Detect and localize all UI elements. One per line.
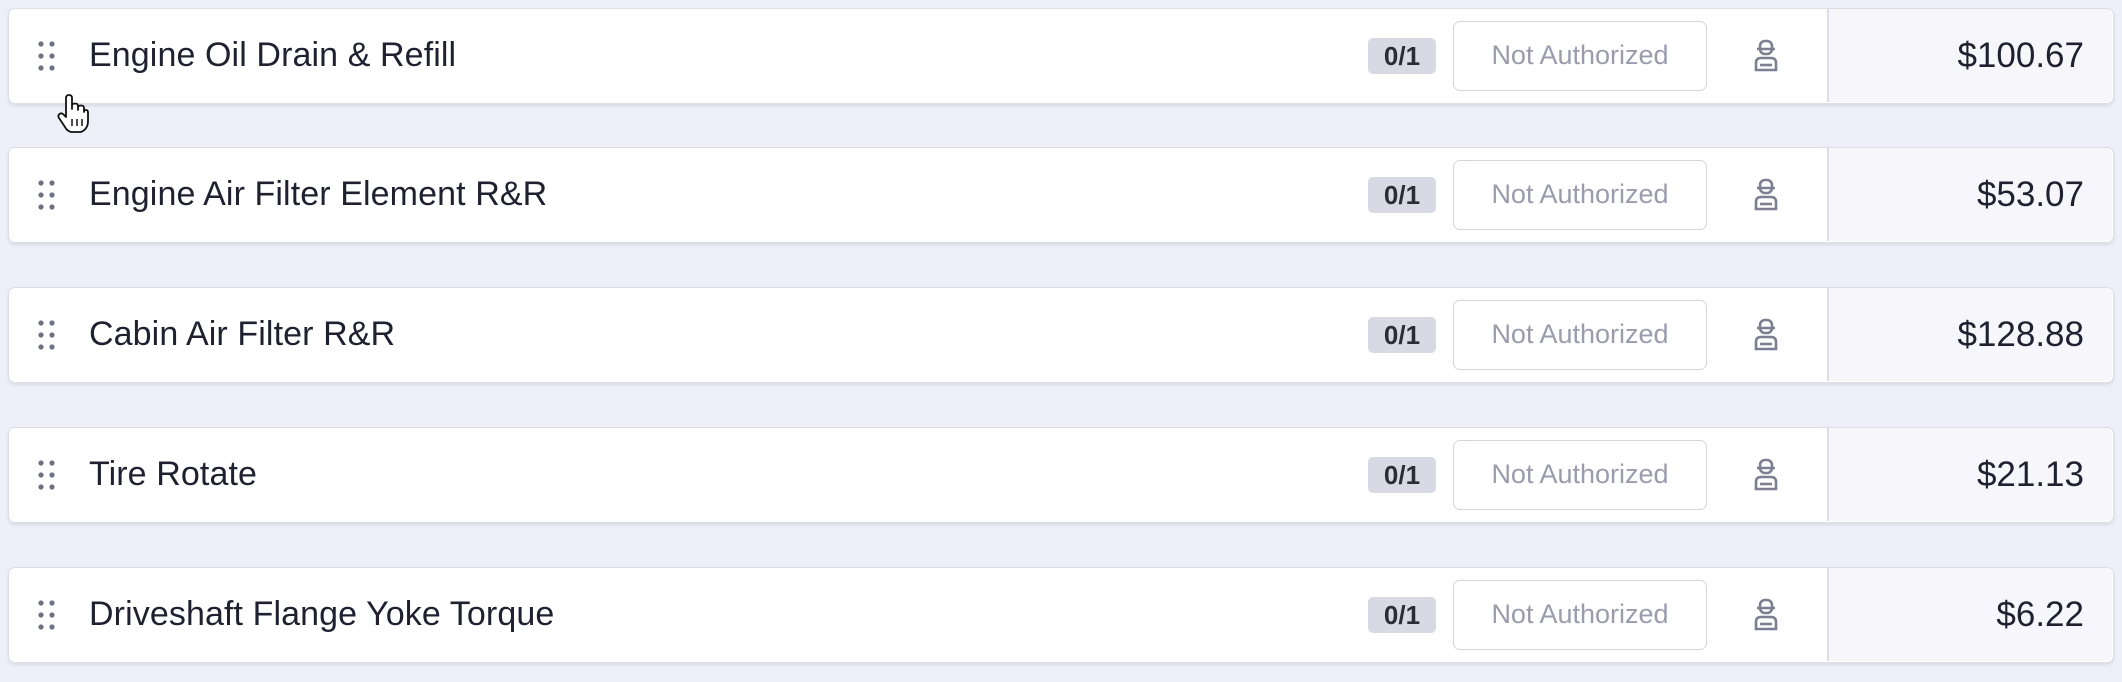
quantity-badge: 0/1 [1368, 38, 1436, 74]
service-name: Cabin Air Filter R&R [89, 315, 396, 353]
technician-icon[interactable] [1753, 598, 1779, 632]
service-row[interactable]: Engine Air Filter Element R&R 0/1 Not Au… [8, 147, 2114, 243]
drag-handle-icon[interactable] [35, 458, 59, 494]
service-name: Driveshaft Flange Yoke Torque [89, 595, 555, 633]
quantity-badge: 0/1 [1368, 597, 1436, 633]
quantity-badge: 0/1 [1368, 457, 1436, 493]
technician-icon[interactable] [1753, 39, 1779, 73]
service-price: $6.22 [1996, 595, 2084, 634]
service-name: Engine Air Filter Element R&R [89, 175, 548, 213]
drag-handle-icon[interactable] [35, 178, 59, 214]
service-price: $100.67 [1957, 36, 2084, 75]
drag-handle-icon[interactable] [35, 318, 59, 354]
authorization-status-button[interactable]: Not Authorized [1453, 160, 1707, 230]
price-cell: $100.67 [1829, 9, 2112, 102]
service-name: Tire Rotate [89, 455, 258, 493]
price-cell: $21.13 [1829, 428, 2112, 521]
price-cell: $53.07 [1829, 148, 2112, 241]
authorization-status-button[interactable]: Not Authorized [1453, 300, 1707, 370]
technician-icon[interactable] [1753, 318, 1779, 352]
service-list: Engine Oil Drain & Refill 0/1 Not Author… [0, 0, 2122, 682]
technician-icon[interactable] [1753, 178, 1779, 212]
service-row[interactable]: Driveshaft Flange Yoke Torque 0/1 Not Au… [8, 567, 2114, 663]
service-price: $53.07 [1976, 175, 2084, 214]
service-price: $128.88 [1957, 315, 2084, 354]
authorization-status-button[interactable]: Not Authorized [1453, 21, 1707, 91]
technician-icon[interactable] [1753, 458, 1779, 492]
hand-cursor-icon [57, 94, 89, 134]
drag-handle-icon[interactable] [35, 39, 59, 75]
service-name: Engine Oil Drain & Refill [89, 36, 457, 74]
quantity-badge: 0/1 [1368, 317, 1436, 353]
authorization-status-button[interactable]: Not Authorized [1453, 440, 1707, 510]
service-row[interactable]: Engine Oil Drain & Refill 0/1 Not Author… [8, 8, 2114, 104]
price-cell: $6.22 [1829, 568, 2112, 661]
service-price: $21.13 [1976, 455, 2084, 494]
quantity-badge: 0/1 [1368, 177, 1436, 213]
service-row[interactable]: Cabin Air Filter R&R 0/1 Not Authorized … [8, 287, 2114, 383]
authorization-status-button[interactable]: Not Authorized [1453, 580, 1707, 650]
price-cell: $128.88 [1829, 288, 2112, 381]
drag-handle-icon[interactable] [35, 598, 59, 634]
service-row[interactable]: Tire Rotate 0/1 Not Authorized $21.13 [8, 427, 2114, 523]
